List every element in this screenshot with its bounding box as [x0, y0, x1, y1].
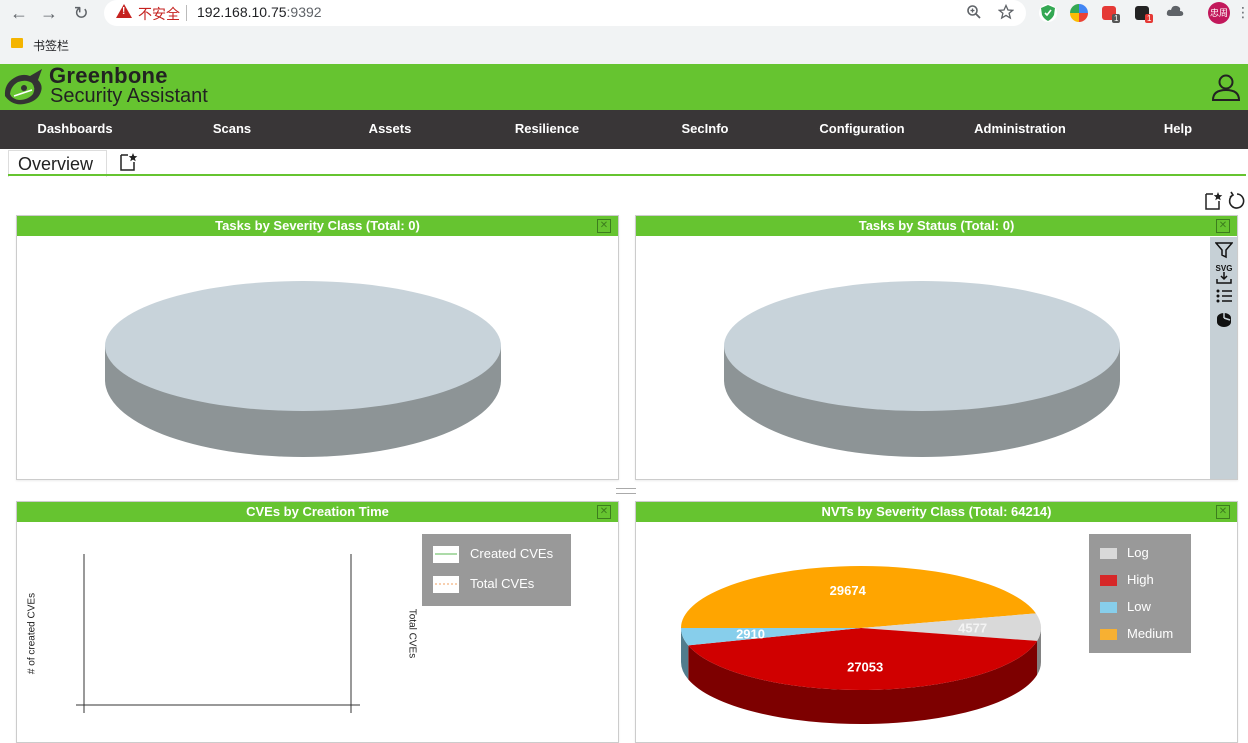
folder-icon[interactable] — [11, 38, 23, 48]
new-dashboard-icon[interactable] — [118, 152, 138, 172]
pie-value-label: 29674 — [830, 583, 867, 598]
y-left-axis-label: # of created CVEs — [26, 592, 38, 675]
pie-value-label: 4577 — [958, 620, 987, 635]
url-text[interactable]: 192.168.10.75:9392 — [197, 4, 322, 20]
panel-title[interactable]: NVTs by Severity Class (Total: 64214) — [636, 502, 1237, 522]
chart-legend: Log High Low Medium — [1089, 534, 1191, 653]
back-button[interactable]: ← — [8, 2, 30, 24]
legend-label: Created CVEs — [470, 546, 554, 561]
bookmark-folder-label[interactable]: 书签栏 — [33, 37, 69, 54]
pie-value-label: 2910 — [736, 626, 765, 641]
filter-icon[interactable] — [1213, 241, 1235, 262]
panel-nvts-severity: NVTs by Severity Class (Total: 64214) ✕ … — [635, 501, 1238, 743]
insecure-label[interactable]: 不安全 — [138, 4, 180, 24]
panel-tasks-severity: Tasks by Severity Class (Total: 0) ✕ — [16, 215, 619, 480]
url-host: 192.168.10.75 — [197, 4, 287, 20]
pie-value-label: 27053 — [847, 659, 883, 674]
chart-legend: Created CVEs Total CVEs — [422, 534, 571, 606]
legend-swatch — [1100, 602, 1117, 613]
legend-swatch — [433, 576, 459, 593]
panel-tasks-status: Tasks by Status (Total: 0) ✕ SVG — [635, 215, 1238, 480]
dashboard-tabs: Overview — [0, 149, 1248, 177]
cloud-icon[interactable] — [1166, 4, 1184, 22]
pie-top — [724, 281, 1120, 411]
extension-badge-red: 1 — [1145, 14, 1154, 23]
pie-top — [105, 281, 501, 411]
close-icon[interactable]: ✕ — [1216, 505, 1230, 519]
legend-swatch — [433, 546, 459, 563]
zoom-icon[interactable] — [966, 4, 982, 24]
bookmark-star-icon[interactable] — [997, 3, 1015, 24]
browser-menu-icon[interactable]: ⋮ — [1236, 4, 1248, 21]
empty-pie-chart — [724, 281, 1120, 457]
greenbone-logo-icon[interactable] — [2, 66, 46, 110]
nav-administration[interactable]: Administration — [974, 110, 1066, 149]
legend-label: High — [1127, 572, 1154, 587]
panel-title[interactable]: CVEs by Creation Time — [17, 502, 618, 522]
legend-swatch — [1100, 548, 1117, 559]
nav-secinfo[interactable]: SecInfo — [682, 110, 729, 149]
reset-dashboard-icon[interactable] — [1227, 191, 1247, 211]
user-icon[interactable] — [1211, 72, 1241, 102]
legend-label: Total CVEs — [470, 576, 535, 591]
panel-title[interactable]: Tasks by Severity Class (Total: 0) — [17, 216, 618, 236]
brand-subtitle: Security Assistant — [50, 85, 208, 107]
panel-title[interactable]: Tasks by Status (Total: 0) — [636, 216, 1237, 236]
warning-icon[interactable]: ! — [116, 4, 132, 18]
resize-handle[interactable] — [616, 488, 636, 494]
profile-avatar[interactable]: 忠周 — [1208, 2, 1230, 24]
y-right-axis-label: Total CVEs — [406, 608, 418, 659]
url-port: :9392 — [286, 4, 322, 20]
main-nav: Dashboards Scans Assets Resilience SecIn… — [0, 110, 1248, 149]
bookmarks-bar: 书签栏 — [0, 30, 1248, 60]
pie-3d-icon[interactable] — [1213, 310, 1235, 331]
nav-configuration[interactable]: Configuration — [819, 110, 904, 149]
nav-assets[interactable]: Assets — [369, 110, 412, 149]
nav-scans[interactable]: Scans — [213, 110, 251, 149]
list-icon[interactable] — [1213, 288, 1235, 307]
reload-button[interactable]: ↻ — [70, 2, 92, 24]
browser-chrome: ← → ↻ ! 不安全 192.168.10.75:9392 1 1 忠周 ⋮ … — [0, 0, 1248, 64]
tab-underline — [8, 174, 1246, 176]
panel-toolbar: SVG — [1210, 237, 1237, 479]
shield-extension-icon[interactable] — [1039, 4, 1057, 22]
nav-dashboards[interactable]: Dashboards — [37, 110, 112, 149]
extension-badge: 1 — [1112, 14, 1121, 23]
app-header: Greenbone Security Assistant — [0, 63, 1248, 110]
add-display-icon[interactable] — [1203, 191, 1223, 211]
nav-help[interactable]: Help — [1164, 110, 1192, 149]
tab-overview-label: Overview — [18, 154, 94, 174]
color-extension-icon[interactable] — [1070, 4, 1088, 22]
legend-swatch — [1100, 575, 1117, 586]
legend-label: Log — [1127, 545, 1149, 560]
nav-resilience[interactable]: Resilience — [515, 110, 579, 149]
download-icon[interactable] — [1213, 272, 1235, 287]
empty-pie-chart — [105, 281, 501, 457]
legend-label: Low — [1127, 599, 1151, 614]
panel-cves-creation: CVEs by Creation Time ✕ # of created CVE… — [16, 501, 619, 743]
address-separator — [186, 5, 187, 21]
legend-label: Medium — [1127, 626, 1174, 641]
close-icon[interactable]: ✕ — [597, 219, 611, 233]
close-icon[interactable]: ✕ — [597, 505, 611, 519]
legend-swatch — [1100, 629, 1117, 640]
tab-overview[interactable]: Overview — [8, 150, 107, 177]
forward-button[interactable]: → — [38, 2, 60, 24]
close-icon[interactable]: ✕ — [1216, 219, 1230, 233]
